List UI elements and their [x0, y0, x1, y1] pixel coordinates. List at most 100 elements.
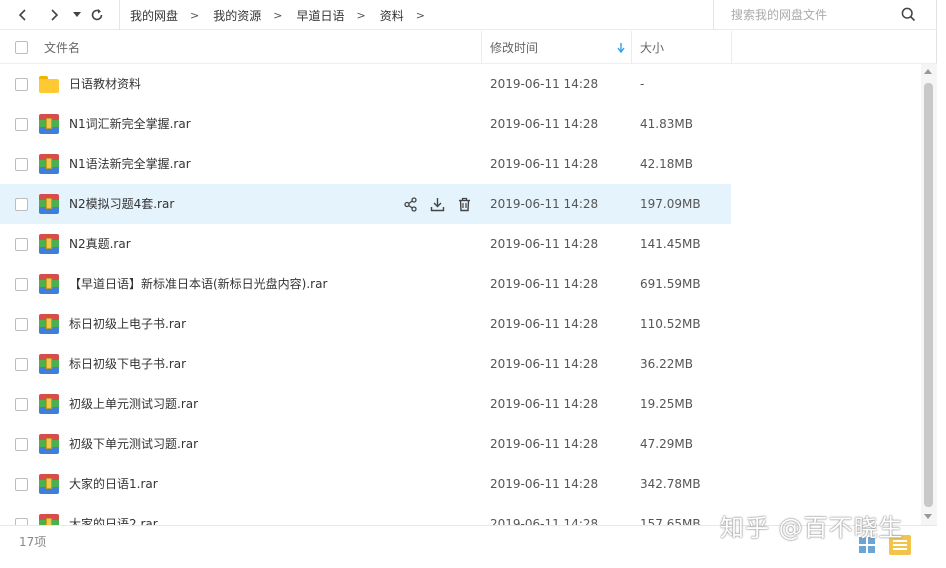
rar-archive-icon	[39, 194, 59, 214]
file-name[interactable]: 标日初级下电子书.rar	[69, 344, 186, 384]
file-row[interactable]: 大家的日语2.rar 2019-06-11 14:28 157.65MB	[0, 504, 731, 525]
file-name[interactable]: N1语法新完全掌握.rar	[69, 144, 191, 184]
back-button[interactable]	[14, 0, 32, 30]
row-checkbox[interactable]	[15, 118, 28, 131]
breadcrumb-item-zaodao[interactable]: 早道日语	[296, 7, 344, 24]
file-row[interactable]: N1词汇新完全掌握.rar 2019-06-11 14:28 41.83MB	[0, 104, 731, 144]
breadcrumb-item-my-disk[interactable]: 我的网盘	[130, 7, 178, 24]
file-size: 110.52MB	[640, 317, 701, 331]
file-row[interactable]: N2真题.rar 2019-06-11 14:28 141.45MB	[0, 224, 731, 264]
item-count: 17项	[19, 535, 47, 549]
file-row[interactable]: 初级上单元测试习题.rar 2019-06-11 14:28 19.25MB	[0, 384, 731, 424]
file-modified-time: 2019-06-11 14:28	[490, 397, 599, 411]
rar-archive-icon	[39, 114, 59, 134]
row-checkbox[interactable]	[15, 318, 28, 331]
rar-archive-icon	[39, 154, 59, 174]
breadcrumb: 我的网盘 > 我的资源 > 早道日语 > 资料 >	[119, 0, 439, 30]
row-checkbox[interactable]	[15, 438, 28, 451]
row-checkbox[interactable]	[15, 78, 28, 91]
column-header-size[interactable]: 大小	[640, 31, 664, 64]
background-window-edge	[938, 0, 946, 568]
rar-archive-icon	[39, 514, 59, 525]
share-icon[interactable]	[401, 195, 419, 213]
file-size: 47.29MB	[640, 437, 693, 451]
rar-archive-icon	[39, 274, 59, 294]
column-divider	[481, 31, 482, 64]
scroll-down-arrow-icon[interactable]	[924, 514, 932, 519]
row-checkbox[interactable]	[15, 278, 28, 291]
rar-archive-icon	[39, 314, 59, 334]
row-checkbox[interactable]	[15, 398, 28, 411]
breadcrumb-separator-icon: >	[273, 8, 283, 22]
scrollbar-thumb[interactable]	[924, 83, 933, 507]
file-list: 日语教材资料 2019-06-11 14:28 - N1词汇新完全掌握.rar 2019…	[0, 64, 937, 525]
rar-archive-icon	[39, 234, 59, 254]
row-checkbox[interactable]	[15, 478, 28, 491]
file-name[interactable]: 标日初级上电子书.rar	[69, 304, 186, 344]
forward-button[interactable]	[45, 0, 63, 30]
row-actions	[401, 195, 473, 213]
file-name[interactable]: 大家的日语1.rar	[69, 464, 158, 504]
file-modified-time: 2019-06-11 14:28	[490, 277, 599, 291]
file-name[interactable]: 初级下单元测试习题.rar	[69, 424, 198, 464]
file-row[interactable]: N1语法新完全掌握.rar 2019-06-11 14:28 42.18MB	[0, 144, 731, 184]
file-modified-time: 2019-06-11 14:28	[490, 197, 599, 211]
file-size: 691.59MB	[640, 277, 701, 291]
file-name[interactable]: 日语教材资料	[69, 64, 141, 104]
file-list-header: 文件名 修改时间 大小	[0, 31, 937, 64]
scroll-up-arrow-icon[interactable]	[924, 69, 932, 74]
file-row[interactable]: 初级下单元测试习题.rar 2019-06-11 14:28 47.29MB	[0, 424, 731, 464]
file-size: 157.65MB	[640, 517, 701, 525]
file-row[interactable]: N2模拟习题4套.rar 2019-06-11 14:28 197.09MB	[0, 184, 731, 224]
refresh-icon	[91, 9, 103, 21]
file-row[interactable]: 标日初级下电子书.rar 2019-06-11 14:28 36.22MB	[0, 344, 731, 384]
search-input[interactable]	[731, 8, 901, 22]
file-size: 42.18MB	[640, 157, 693, 171]
chevron-right-icon	[51, 9, 59, 21]
file-name[interactable]: 初级上单元测试习题.rar	[69, 384, 198, 424]
file-modified-time: 2019-06-11 14:28	[490, 157, 599, 171]
breadcrumb-item-my-resources[interactable]: 我的资源	[213, 7, 261, 24]
file-modified-time: 2019-06-11 14:28	[490, 357, 599, 371]
row-checkbox[interactable]	[15, 238, 28, 251]
breadcrumb-separator-icon: >	[190, 8, 200, 22]
column-header-name[interactable]: 文件名	[44, 31, 80, 64]
row-checkbox[interactable]	[15, 518, 28, 525]
sort-arrow-down-icon	[617, 43, 625, 53]
row-checkbox[interactable]	[15, 158, 28, 171]
column-header-modified[interactable]: 修改时间	[490, 31, 631, 64]
row-checkbox[interactable]	[15, 198, 28, 211]
breadcrumb-item-materials[interactable]: 资料	[380, 7, 404, 24]
netdisk-window: 我的网盘 > 我的资源 > 早道日语 > 资料 > 文件名 修改时间 大小 日语…	[0, 0, 937, 558]
file-name[interactable]: 大家的日语2.rar	[69, 504, 158, 525]
file-row[interactable]: 日语教材资料 2019-06-11 14:28 -	[0, 64, 731, 104]
column-divider	[731, 31, 732, 64]
file-size: 141.45MB	[640, 237, 701, 251]
download-icon[interactable]	[428, 195, 446, 213]
select-all-checkbox[interactable]	[15, 41, 28, 54]
file-name[interactable]: N1词汇新完全掌握.rar	[69, 104, 191, 144]
file-row[interactable]: 【早道日语】新标准日本语(新标日光盘内容).rar 2019-06-11 14:2…	[0, 264, 731, 304]
file-name[interactable]: 【早道日语】新标准日本语(新标日光盘内容).rar	[69, 264, 327, 304]
file-row[interactable]: 标日初级上电子书.rar 2019-06-11 14:28 110.52MB	[0, 304, 731, 344]
file-size: 197.09MB	[640, 197, 701, 211]
rar-archive-icon	[39, 434, 59, 454]
row-checkbox[interactable]	[15, 358, 28, 371]
column-divider	[631, 31, 632, 64]
file-modified-time: 2019-06-11 14:28	[490, 477, 599, 491]
delete-trash-icon[interactable]	[455, 195, 473, 213]
rar-archive-icon	[39, 394, 59, 414]
file-modified-time: 2019-06-11 14:28	[490, 117, 599, 131]
file-row[interactable]: 大家的日语1.rar 2019-06-11 14:28 342.78MB	[0, 464, 731, 504]
file-modified-time: 2019-06-11 14:28	[490, 517, 599, 525]
search-box	[713, 0, 937, 30]
file-modified-time: 2019-06-11 14:28	[490, 437, 599, 451]
file-name[interactable]: N2模拟习题4套.rar	[69, 184, 174, 224]
history-dropdown-button[interactable]	[70, 0, 84, 30]
column-header-modified-label: 修改时间	[490, 41, 539, 55]
watermark-text: 知乎 @百不晓生	[720, 514, 904, 542]
file-name[interactable]: N2真题.rar	[69, 224, 131, 264]
refresh-button[interactable]	[88, 0, 106, 30]
breadcrumb-separator-icon: >	[415, 8, 425, 22]
search-icon[interactable]	[901, 7, 916, 26]
